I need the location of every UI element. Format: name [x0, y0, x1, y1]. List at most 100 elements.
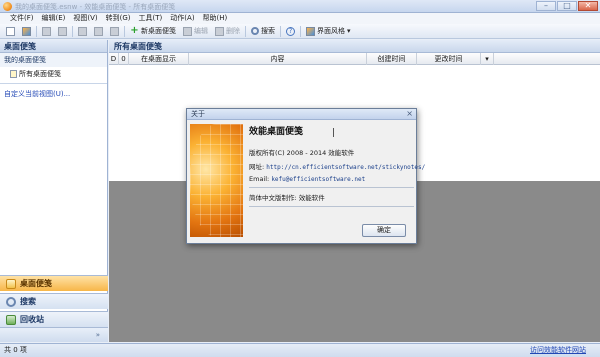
- help-icon: ?: [286, 26, 295, 36]
- plus-icon: +: [130, 24, 139, 36]
- sidebar-item-label: 所有桌面便笺: [19, 70, 61, 78]
- nav-search-button[interactable]: 搜索: [0, 293, 108, 309]
- website-label: 网址:: [249, 163, 265, 171]
- cut-icon: [78, 26, 87, 36]
- note-icon: [10, 70, 17, 78]
- globe-grid: [190, 124, 243, 237]
- search-button[interactable]: 搜索: [249, 25, 277, 37]
- new-file-button[interactable]: [4, 25, 17, 37]
- dialog-title-bar: 关于 ×: [187, 109, 416, 120]
- open-button[interactable]: [20, 25, 33, 37]
- sidebar-divider: [0, 83, 107, 84]
- localization-value: 效能软件: [298, 194, 325, 202]
- custom-view-link[interactable]: 自定义当前视图(U)...: [0, 86, 107, 102]
- theme-button[interactable]: 界面风格 ▾: [304, 25, 353, 37]
- copy-icon: [94, 26, 103, 36]
- about-dialog: 关于 × 效能桌面便笺 版权所有(C) 2008 - 2014 效能软件 网址:…: [186, 108, 425, 244]
- recycle-bin-icon: [6, 314, 16, 325]
- sidebar-group[interactable]: 我的桌面便笺: [0, 53, 107, 67]
- save-button[interactable]: [56, 25, 69, 37]
- dialog-divider: [249, 206, 414, 207]
- search-icon: [6, 296, 16, 307]
- column-header-cell[interactable]: 更改时间: [417, 53, 481, 65]
- theme-icon: [306, 26, 315, 36]
- localization-row: 简体中文版制作: 效能软件: [249, 192, 414, 202]
- toolbar: + 新桌面便笺 编辑 删除 搜索 ? 界面风格 ▾: [0, 24, 600, 39]
- menu-tools[interactable]: 工具(T): [135, 13, 167, 24]
- close-button[interactable]: ✕: [578, 1, 598, 11]
- search-label: 搜索: [261, 27, 275, 35]
- dialog-content: 效能桌面便笺 版权所有(C) 2008 - 2014 效能软件 网址: http…: [249, 124, 425, 211]
- website-url[interactable]: http://cn.efficientsoftware.net/stickyno…: [266, 164, 425, 171]
- column-header-cell[interactable]: D: [109, 53, 119, 65]
- chevron-right-icon: »: [95, 331, 100, 339]
- product-name: 效能桌面便笺: [249, 127, 304, 137]
- save-icon: [58, 26, 67, 36]
- copyright-text: 版权所有(C) 2008 - 2014 效能软件: [249, 149, 355, 157]
- ok-button[interactable]: 确定: [362, 224, 406, 237]
- menu-bar: 文件(F) 编辑(E) 视图(V) 转到(G) 工具(T) 动作(A) 帮助(H…: [0, 13, 600, 24]
- website-row: 网址: http://cn.efficientsoftware.net/stic…: [249, 161, 425, 171]
- toolbar-divider: [36, 25, 37, 37]
- email-row: Email: kefu@efficientsoftware.net: [249, 175, 414, 183]
- cut-button[interactable]: [76, 25, 89, 37]
- maximize-button[interactable]: □: [557, 1, 577, 11]
- column-header-cell[interactable]: 在桌面显示: [129, 53, 189, 65]
- dialog-divider: [249, 187, 414, 188]
- new-file-icon: [6, 26, 15, 36]
- column-header-cell[interactable]: 0: [119, 53, 129, 65]
- theme-label: 界面风格: [317, 27, 345, 35]
- nav-recycle-label: 回收站: [20, 315, 44, 324]
- nav-configure-button[interactable]: »: [0, 327, 108, 342]
- minimize-button[interactable]: –: [536, 1, 556, 11]
- filter-icon[interactable]: ▾: [481, 53, 494, 65]
- main-header: 所有桌面便笺: [109, 40, 600, 53]
- menu-edit[interactable]: 编辑(E): [38, 13, 70, 24]
- print-icon: [42, 26, 51, 36]
- nav-notes-label: 桌面便笺: [20, 279, 52, 288]
- menu-view[interactable]: 视图(V): [69, 13, 101, 24]
- window-controls: – □ ✕: [536, 1, 598, 11]
- delete-button[interactable]: 删除: [213, 25, 242, 37]
- item-count: 共 0 项: [4, 346, 27, 354]
- nav-notes-button[interactable]: 桌面便笺: [0, 275, 108, 291]
- delete-label: 删除: [226, 27, 240, 35]
- new-note-button[interactable]: + 新桌面便笺: [128, 25, 178, 37]
- nav-recycle-button[interactable]: 回收站: [0, 311, 108, 327]
- notes-icon: [6, 278, 16, 289]
- email-label: Email:: [249, 175, 270, 183]
- column-header: D 0 在桌面显示 内容 创建时间 更改时间 ▾: [109, 53, 600, 65]
- text-cursor: [333, 128, 334, 137]
- menu-go[interactable]: 转到(G): [102, 13, 135, 24]
- localization-label: 简体中文版制作:: [249, 194, 297, 202]
- edit-label: 编辑: [194, 27, 208, 35]
- paste-icon: [110, 26, 119, 36]
- edit-icon: [183, 26, 192, 36]
- email-link[interactable]: kefu@efficientsoftware.net: [271, 176, 365, 183]
- status-bar: 共 0 项 访问效能软件网站: [0, 343, 600, 357]
- dialog-close-button[interactable]: ×: [406, 109, 413, 119]
- toolbar-divider: [300, 25, 301, 37]
- open-folder-icon: [22, 26, 31, 36]
- delete-icon: [215, 26, 224, 36]
- app-icon: [3, 2, 12, 11]
- sidebar-item-all-notes[interactable]: 所有桌面便笺: [0, 67, 107, 81]
- column-header-cell[interactable]: 内容: [189, 53, 367, 65]
- menu-actions[interactable]: 动作(A): [166, 13, 198, 24]
- menu-help[interactable]: 帮助(H): [199, 13, 232, 24]
- edit-button[interactable]: 编辑: [181, 25, 210, 37]
- column-header-cell[interactable]: 创建时间: [367, 53, 417, 65]
- paste-button[interactable]: [108, 25, 121, 37]
- help-button[interactable]: ?: [284, 25, 297, 37]
- toolbar-divider: [280, 25, 281, 37]
- window-title: 我的桌面便笺.esnw - 效能桌面便笺 - 所有桌面便笺: [15, 3, 176, 11]
- dialog-title: 关于: [191, 110, 205, 118]
- nav-search-label: 搜索: [20, 297, 36, 306]
- website-link[interactable]: 访问效能软件网站: [530, 344, 586, 357]
- menu-file[interactable]: 文件(F): [6, 13, 38, 24]
- copy-button[interactable]: [92, 25, 105, 37]
- sidebar-header: 桌面便笺: [0, 40, 107, 53]
- print-button[interactable]: [40, 25, 53, 37]
- toolbar-divider: [72, 25, 73, 37]
- title-bar: 我的桌面便笺.esnw - 效能桌面便笺 - 所有桌面便笺 – □ ✕: [0, 0, 600, 13]
